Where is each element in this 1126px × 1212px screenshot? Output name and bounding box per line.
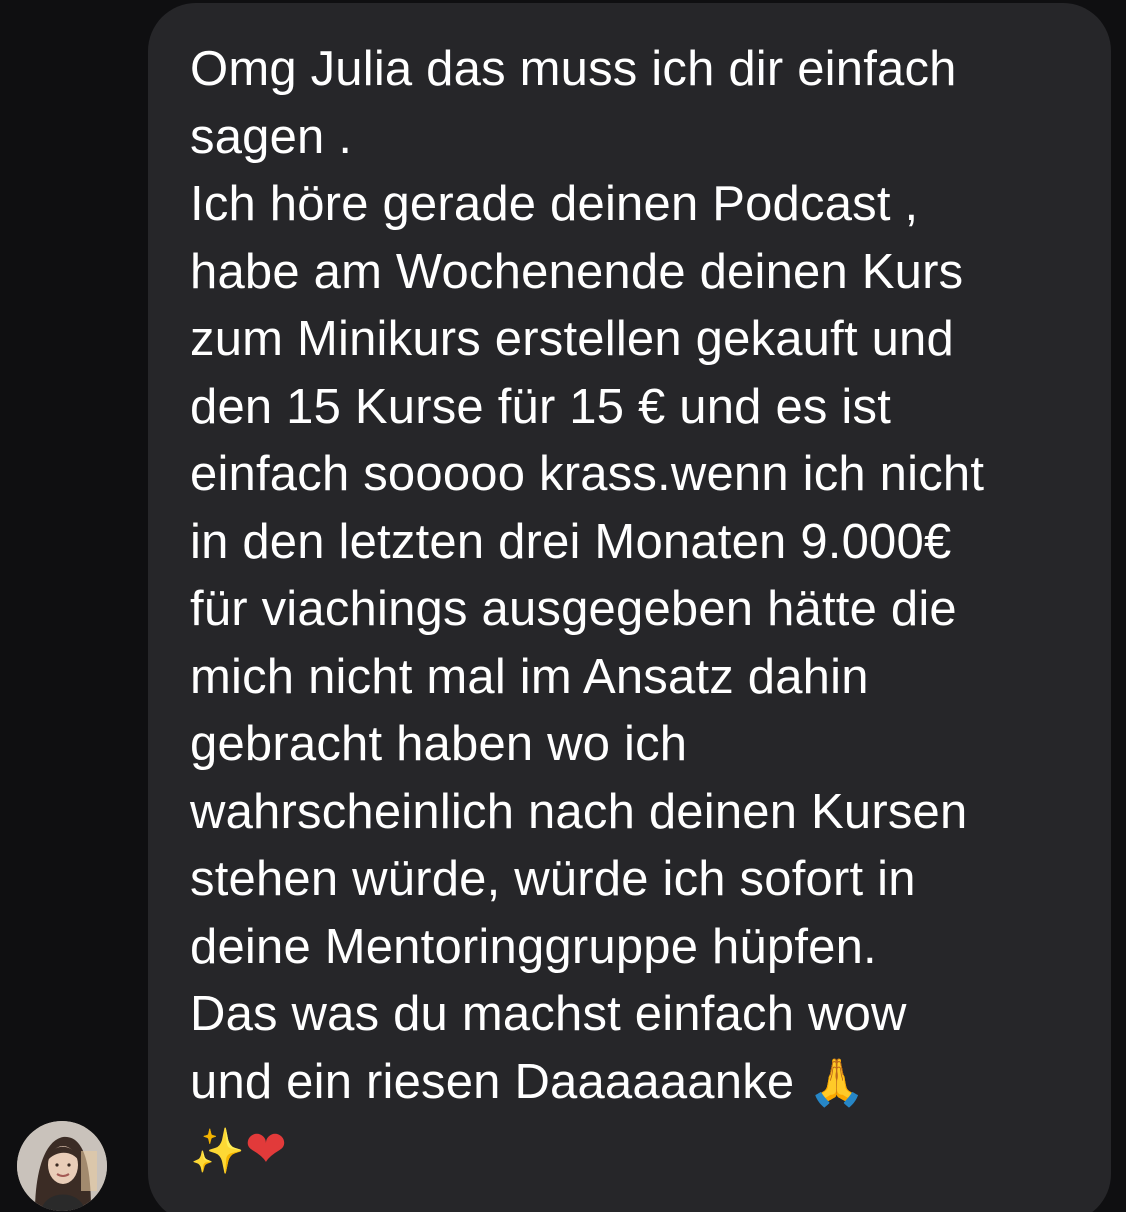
message-line: ✨❤ (190, 1116, 1090, 1184)
message-line: in den letzten drei Monaten 9.000€ (190, 514, 952, 569)
message-line: den 15 Kurse für 15 € und es ist (190, 379, 892, 434)
message-line: Das was du machst einfach wow (190, 987, 907, 1041)
message-line: mich nicht mal im Ansatz dahin (190, 649, 869, 704)
sparkles-icon: ✨ (190, 1126, 245, 1177)
message-line: deine Mentoringgruppe hüpfen. (190, 919, 877, 974)
message-text: Omg Julia das muss ich dir einfach sagen… (190, 36, 1090, 1184)
message-line: und ein riesen Daaaaaanke 🙏 (190, 1049, 1090, 1117)
message-line: gebracht haben wo ich (190, 717, 688, 771)
message-line: einfach sooooo krass.wenn ich nicht (190, 447, 985, 501)
heart-icon: ❤ (245, 1120, 288, 1178)
profile-photo-icon (17, 1121, 107, 1211)
pray-icon: 🙏 (808, 1054, 866, 1109)
message-line: zum Minikurs erstellen gekauft und (190, 312, 954, 366)
message-line: Ich höre gerade deinen Podcast , (190, 177, 919, 231)
message-line: habe am Wochenende deinen Kurs (190, 244, 964, 299)
message-line: stehen würde, würde ich sofort in (190, 852, 916, 906)
sender-avatar[interactable] (17, 1121, 107, 1211)
message-line: sagen . (190, 109, 353, 164)
message-line-text: und ein riesen Daaaaaanke (190, 1054, 795, 1109)
message-line: wahrscheinlich nach deinen Kursen (190, 784, 968, 839)
message-line: Omg Julia das muss ich dir einfach (190, 42, 957, 96)
message-line: für viachings ausgegeben hätte die (190, 582, 957, 636)
